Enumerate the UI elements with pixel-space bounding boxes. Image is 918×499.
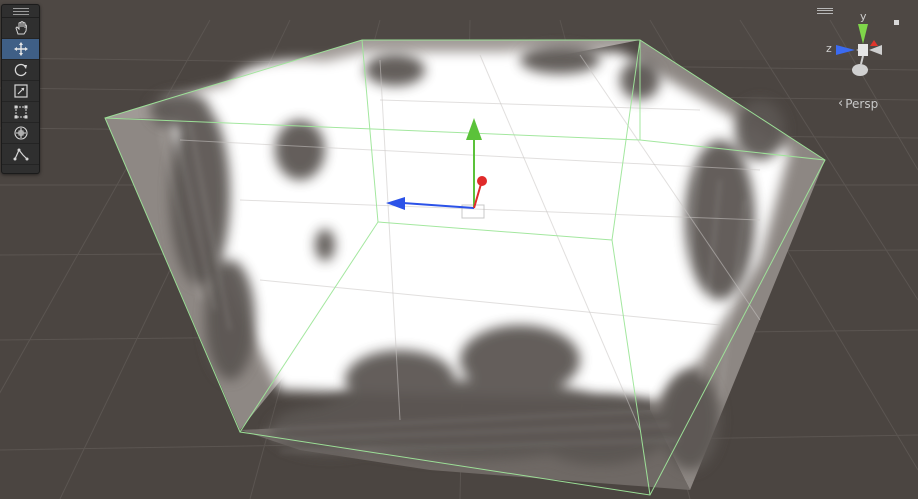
projection-label: Persp — [845, 96, 879, 111]
gizmo-x-cone-icon[interactable] — [870, 40, 878, 46]
scale-icon — [13, 84, 28, 98]
move-tool-button[interactable] — [2, 39, 39, 60]
gizmo-lock-icon[interactable] — [894, 20, 899, 25]
gizmo-neg-y-cone-icon[interactable] — [852, 64, 868, 76]
custom-tool-icon — [13, 148, 28, 161]
perspective-chevron-icon: ‹ — [838, 96, 844, 111]
transform-tool-button[interactable] — [2, 123, 39, 144]
move-x-handle-icon[interactable] — [477, 176, 487, 186]
rect-tool-button[interactable] — [2, 102, 39, 123]
scene-viewport[interactable]: y z ‹ Persp — [0, 0, 918, 499]
gizmo-neg-x-cone-icon[interactable] — [869, 45, 882, 55]
move-icon — [13, 42, 28, 56]
transform-icon — [13, 126, 28, 140]
gizmo-y-cone-icon[interactable] — [858, 24, 868, 44]
rect-icon — [14, 105, 27, 119]
rotate-icon — [14, 63, 27, 77]
tool-palette — [1, 4, 40, 174]
scene-canvas[interactable] — [0, 0, 918, 499]
palette-grip-icon[interactable] — [2, 5, 39, 18]
custom-tool-button[interactable] — [2, 144, 39, 165]
gizmo-z-cone-icon[interactable] — [836, 45, 855, 55]
rotate-tool-button[interactable] — [2, 60, 39, 81]
hand-icon — [14, 20, 27, 35]
gizmo-center-cube-icon[interactable] — [858, 44, 868, 56]
projection-toggle[interactable]: ‹ Persp — [838, 96, 878, 111]
orientation-gizmo[interactable]: y z — [822, 10, 902, 90]
gizmo-z-label: z — [826, 42, 832, 55]
scale-tool-button[interactable] — [2, 81, 39, 102]
view-tool-button[interactable] — [2, 18, 39, 39]
gizmo-y-label: y — [860, 10, 867, 23]
